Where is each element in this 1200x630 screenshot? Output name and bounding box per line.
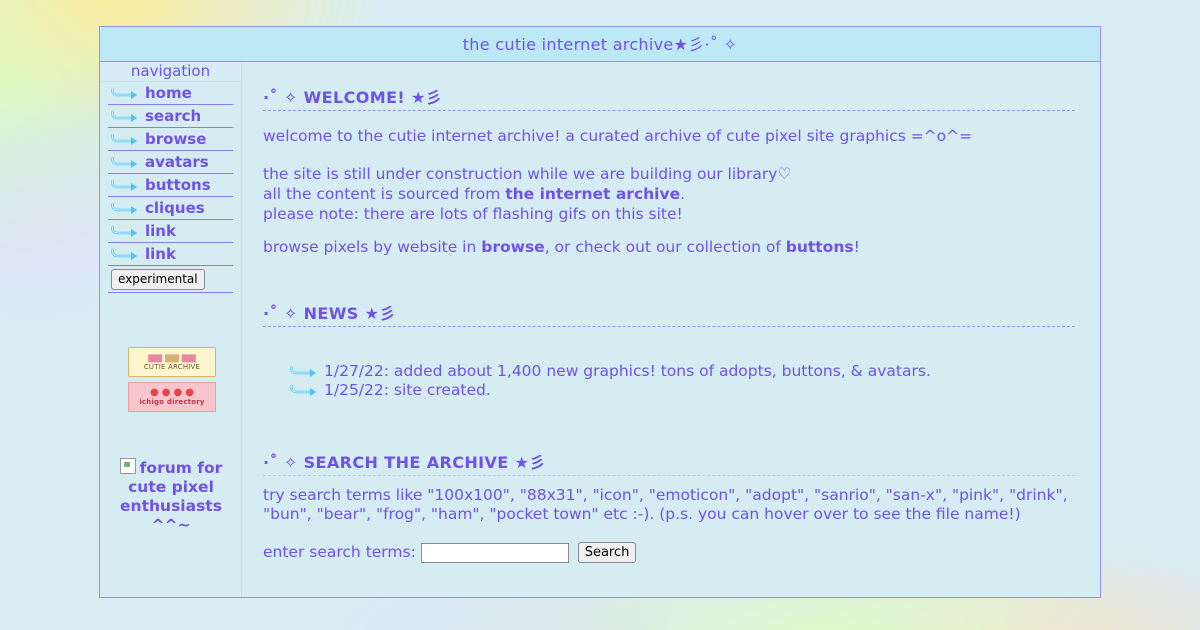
nav-item-buttons[interactable]: buttons [108,174,233,197]
nav-item-avatars[interactable]: avatars [108,151,233,174]
news-item: 1/25/22: site created. [287,380,1075,399]
welcome-intro: welcome to the cutie internet archive! a… [263,127,973,145]
nav-label: link [145,245,176,263]
nav-title: navigation [100,62,241,82]
nav-item-link-1[interactable]: link [108,220,233,243]
welcome-construction: the site is still under construction whi… [263,165,792,183]
nav-item-cliques[interactable]: cliques [108,197,233,220]
search-input[interactable] [420,542,569,563]
hook-arrow-icon [111,133,137,145]
news-title: ·˚ ✧ NEWS ★彡 [263,304,1075,327]
nav-label: browse [145,130,207,148]
welcome-title: ·˚ ✧ WELCOME! ★彡 [263,88,1075,111]
search-label: enter search terms: [263,543,416,561]
hook-arrow-icon [290,384,316,396]
text-fragment: browse pixels by website in [263,238,482,256]
badge-label: CUTIE ARCHIVE [143,363,201,371]
nav-label: link [145,222,176,240]
nav-label: avatars [145,153,209,171]
search-button[interactable]: Search [577,542,637,563]
site-header: the cutie internet archive★彡·˚ ✧ [100,27,1100,62]
hook-arrow-icon [111,202,137,214]
cutie-archive-badge[interactable]: ▆▆ ▆▆ ▆▆ CUTIE ARCHIVE [128,347,216,377]
hook-arrow-icon [111,225,137,237]
search-title: ·˚ ✧ SEARCH THE ARCHIVE ★彡 [263,453,1075,476]
welcome-source: all the content is sourced from the inte… [263,184,1075,204]
nav-item-search[interactable]: search [108,105,233,128]
text-fragment: . [680,185,686,203]
page-frame: the cutie internet archive★彡·˚ ✧ navigat… [99,26,1101,598]
welcome-browse: browse pixels by website in browse, or c… [263,237,1075,257]
browse-link[interactable]: browse [481,238,544,256]
badge-label: ichigo directory [139,398,205,406]
text-fragment: , or check out our collection of [544,238,786,256]
text-fragment: all the content is sourced from [263,185,506,203]
welcome-warning: please note: there are lots of flashing … [263,205,683,223]
experimental-row: experimental [108,266,233,293]
buttons-link[interactable]: buttons [786,238,854,256]
ichigo-directory-badge[interactable]: ● ● ● ● ichigo directory [128,382,216,412]
sidebar: navigation home search browse avatars bu… [100,62,242,597]
nav-label: buttons [145,176,211,194]
nav-list: home search browse avatars buttons cliqu… [100,82,241,293]
broken-image-icon [119,458,136,474]
news-item: 1/27/22: added about 1,400 new graphics!… [287,361,1075,380]
hook-arrow-icon [111,179,137,191]
news-text: 1/25/22: site created. [324,380,491,399]
nav-label: home [145,84,192,102]
text-fragment: ! [853,238,860,256]
nav-label: cliques [145,199,205,217]
hook-arrow-icon [290,365,316,377]
nav-label: search [145,107,202,125]
search-form: enter search terms: Search [263,542,1075,563]
internet-archive-link[interactable]: the internet archive [505,185,680,203]
hook-arrow-icon [111,156,137,168]
cat-sprites-icon: ▆▆ ▆▆ ▆▆ [148,353,196,363]
news-text: 1/27/22: added about 1,400 new graphics!… [324,361,931,380]
site-title: the cutie internet archive★彡·˚ ✧ [462,35,738,54]
hook-arrow-icon [111,248,137,260]
nav-item-link-2[interactable]: link [108,243,233,266]
nav-item-browse[interactable]: browse [108,128,233,151]
hook-arrow-icon [111,87,137,99]
experimental-button[interactable]: experimental [111,268,205,290]
news-list: 1/27/22: added about 1,400 new graphics!… [263,361,1075,399]
search-hint: try search terms like "100x100", "88x31"… [263,486,1068,523]
main-content: ·˚ ✧ WELCOME! ★彡 welcome to the cutie in… [263,62,1075,563]
forum-link[interactable]: forum for cute pixel enthusiasts ^^~ [112,458,230,535]
strawberry-icon: ● ● ● ● [150,387,194,398]
nav-item-home[interactable]: home [108,82,233,105]
hook-arrow-icon [111,110,137,122]
